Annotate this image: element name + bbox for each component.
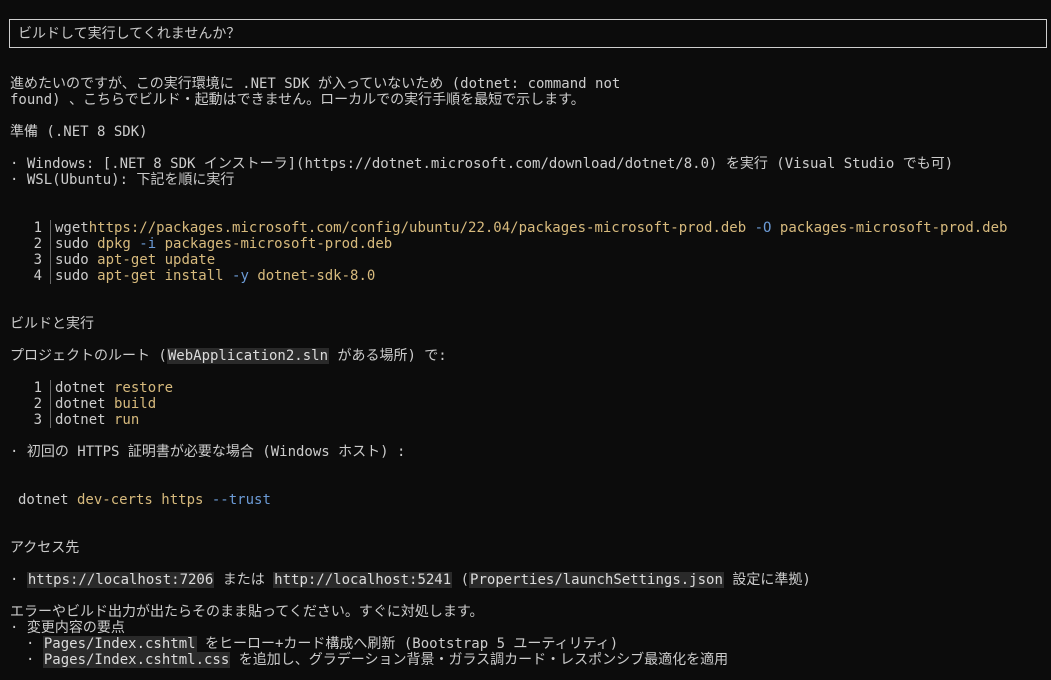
devcerts-arg1: dev-certs bbox=[68, 492, 153, 508]
prep-heading: 準備 (.NET 8 SDK) bbox=[10, 124, 148, 140]
build-heading: ビルドと実行 bbox=[10, 316, 94, 332]
bullet-wsl: WSL(Ubuntu): 下記を順に実行 bbox=[10, 172, 234, 188]
devcerts-flag: --trust bbox=[203, 492, 271, 508]
change-2-file: Pages/Index.cshtml.css bbox=[42, 652, 231, 668]
devcerts-command: dotnet dev-certs https --trust bbox=[18, 492, 271, 508]
command-flag: -i bbox=[130, 236, 157, 252]
launch-settings-file: Properties/launchSettings.json bbox=[469, 572, 724, 588]
command-argument: https://packages.microsoft.com/config/ub… bbox=[88, 220, 747, 236]
command-argument: install bbox=[156, 268, 224, 284]
changes-heading-text: 変更内容の要点 bbox=[10, 620, 125, 636]
code-line: 1 wgethttps://packages.microsoft.com/conf… bbox=[10, 220, 1007, 236]
gutter-divider bbox=[50, 252, 51, 268]
gutter-divider bbox=[50, 220, 51, 236]
solution-file: WebApplication2.sln bbox=[166, 348, 330, 364]
bullet-wsl-text: WSL(Ubuntu): 下記を順に実行 bbox=[10, 172, 234, 188]
command-argument: run bbox=[105, 412, 140, 428]
command: sudo bbox=[55, 268, 89, 284]
access-paren: ( bbox=[452, 572, 470, 588]
error-note: エラーやビルド出力が出たらそのまま貼ってください。すぐに対処します。 bbox=[10, 604, 484, 620]
line-number: 2 bbox=[33, 396, 42, 412]
access-suffix: 設定に準拠) bbox=[723, 572, 811, 588]
command: dotnet bbox=[55, 380, 106, 396]
access-mid: または bbox=[214, 572, 274, 588]
code-line: 3 sudo apt-get update bbox=[10, 252, 215, 268]
devcerts-cmd: dotnet bbox=[18, 492, 69, 508]
change-1-bullet bbox=[26, 636, 43, 652]
change-2-bullet bbox=[26, 652, 43, 668]
command: wget bbox=[55, 220, 89, 236]
changes-heading: 変更内容の要点 bbox=[10, 620, 125, 636]
line-number: 1 bbox=[33, 380, 42, 396]
command-argument: dotnet-sdk-8.0 bbox=[248, 268, 376, 284]
command: sudo bbox=[55, 252, 89, 268]
gutter-divider bbox=[50, 236, 51, 252]
command-argument: restore bbox=[105, 380, 174, 396]
access-heading: アクセス先 bbox=[10, 540, 80, 556]
gutter-divider bbox=[50, 268, 51, 284]
code-line: 2 sudo dpkg -i packages-microsoft-prod.de… bbox=[10, 236, 392, 252]
command-argument: dpkg bbox=[88, 236, 131, 252]
code-line: 4 sudo apt-get install -y dotnet-sdk-8.0 bbox=[10, 268, 375, 284]
https-url[interactable]: https://localhost:7206 bbox=[26, 572, 215, 588]
http-url[interactable]: http://localhost:5241 bbox=[273, 572, 453, 588]
intro-line-1: 進めたいのですが、この実行環境に .NET SDK が入っていないため (dot… bbox=[10, 76, 621, 92]
bullet-windows: Windows: [.NET 8 SDK インストーラ](https://dot… bbox=[10, 156, 953, 172]
access-bullet bbox=[10, 572, 27, 588]
line-number: 3 bbox=[33, 412, 42, 428]
command-argument: apt-get bbox=[88, 268, 157, 284]
command: dotnet bbox=[55, 396, 106, 412]
code-line: 2 dotnet build bbox=[10, 396, 156, 412]
line-number: 2 bbox=[33, 236, 42, 252]
line-number: 1 bbox=[33, 220, 42, 236]
command-argument: packages-microsoft-prod.deb bbox=[156, 236, 393, 252]
https-note-text: 初回の HTTPS 証明書が必要な場合 (Windows ホスト) : bbox=[10, 444, 405, 460]
command: sudo bbox=[55, 236, 89, 252]
command-flag: -y bbox=[223, 268, 249, 284]
command-argument: packages-microsoft-prod.deb bbox=[771, 220, 1008, 236]
root-prefix: プロジェクトのルート ( bbox=[10, 348, 167, 364]
line-number: 4 bbox=[33, 268, 42, 284]
intro-line-2: found) 、こちらでビルド・起動はできません。ローカルでの実行手順を最短で示… bbox=[10, 92, 585, 108]
command-flag: -O bbox=[746, 220, 772, 236]
line-number: 3 bbox=[33, 252, 42, 268]
change-1-text: をヒーロー+カード構成へ刷新 (Bootstrap 5 ユーティリティ) bbox=[196, 636, 619, 652]
gutter-divider bbox=[50, 380, 51, 396]
root-suffix: がある場所) で: bbox=[329, 348, 447, 364]
code-line: 3 dotnet run bbox=[10, 412, 139, 428]
command-argument: update bbox=[156, 252, 216, 268]
command-argument: build bbox=[105, 396, 157, 412]
change-2-text: を追加し、グラデーション背景・ガラス調カード・レスポンシブ最適化を適用 bbox=[230, 652, 729, 668]
command: dotnet bbox=[55, 412, 106, 428]
project-root-note: プロジェクトのルート (WebApplication2.sln がある場所) で… bbox=[10, 348, 447, 364]
gutter-divider bbox=[50, 412, 51, 428]
change-2: Pages/Index.cshtml.css を追加し、グラデーション背景・ガラ… bbox=[26, 652, 728, 668]
access-urls: https://localhost:7206 または http://localh… bbox=[10, 572, 811, 588]
command-argument: apt-get bbox=[88, 252, 157, 268]
code-line: 1 dotnet restore bbox=[10, 380, 173, 396]
bullet-windows-text: Windows: [.NET 8 SDK インストーラ](https://dot… bbox=[10, 156, 953, 172]
prompt-input[interactable]: ビルドして実行してくれませんか？ bbox=[9, 19, 1047, 48]
devcerts-arg2: https bbox=[152, 492, 204, 508]
gutter-divider bbox=[50, 396, 51, 412]
https-note: 初回の HTTPS 証明書が必要な場合 (Windows ホスト) : bbox=[10, 444, 405, 460]
change-1: Pages/Index.cshtml をヒーロー+カード構成へ刷新 (Boots… bbox=[26, 636, 618, 652]
change-1-file: Pages/Index.cshtml bbox=[42, 636, 197, 652]
